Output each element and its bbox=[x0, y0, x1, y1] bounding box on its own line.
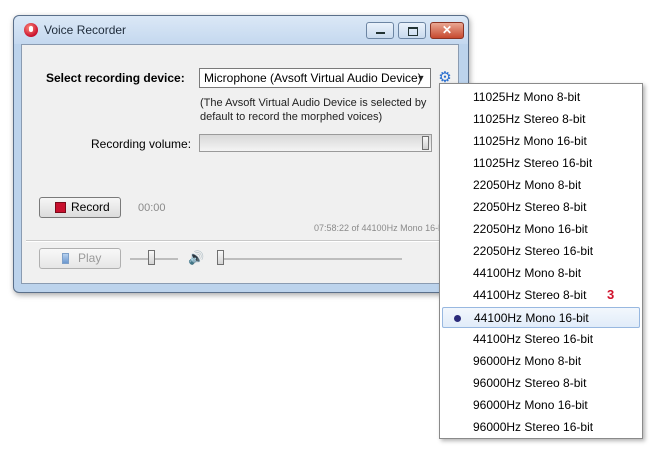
record-icon bbox=[55, 202, 66, 213]
format-menu-item[interactable]: 96000Hz Stereo 8-bit bbox=[442, 373, 640, 394]
chevron-down-icon[interactable]: ▼ bbox=[414, 70, 428, 86]
window-title: Voice Recorder bbox=[44, 23, 127, 37]
recording-volume-slider[interactable] bbox=[199, 134, 432, 152]
play-button-label: Play bbox=[78, 251, 102, 265]
format-menu-item-label: 22050Hz Stereo 16-bit bbox=[473, 244, 594, 258]
format-menu-item[interactable]: 22050Hz Stereo 16-bit bbox=[442, 241, 640, 262]
format-menu-item-label: 22050Hz Stereo 8-bit bbox=[473, 200, 587, 214]
format-menu-item-label: 96000Hz Stereo 8-bit bbox=[473, 376, 587, 390]
format-menu-item-label: 22050Hz Mono 8-bit bbox=[473, 178, 582, 192]
recording-time: 00:00 bbox=[138, 202, 166, 214]
record-button[interactable]: Record bbox=[39, 197, 121, 218]
recording-device-value: Microphone (Avsoft Virtual Audio Device) bbox=[204, 71, 422, 85]
recording-volume-thumb[interactable] bbox=[422, 136, 429, 150]
format-menu-item[interactable]: 11025Hz Mono 8-bit bbox=[442, 87, 640, 108]
format-menu-item[interactable]: 44100Hz Stereo 16-bit bbox=[442, 329, 640, 350]
format-menu-item-label: 11025Hz Stereo 16-bit bbox=[473, 156, 593, 170]
close-icon: ✕ bbox=[441, 23, 453, 37]
recording-volume-label: Recording volume: bbox=[91, 137, 192, 151]
speaker-icon: 🔊 bbox=[188, 250, 205, 265]
record-button-label: Record bbox=[71, 200, 110, 214]
main-panel: Select recording device: Microphone (Avs… bbox=[21, 44, 459, 284]
format-menu-item[interactable]: 11025Hz Stereo 16-bit bbox=[442, 153, 640, 174]
microphone-app-icon bbox=[24, 23, 38, 37]
minimize-button[interactable] bbox=[366, 22, 394, 39]
play-icon bbox=[62, 253, 69, 264]
format-menu-item[interactable]: 44100Hz Mono 8-bit bbox=[442, 263, 640, 284]
callout-number: 3 bbox=[607, 287, 615, 302]
format-menu-item-label: 44100Hz Stereo 16-bit bbox=[473, 332, 594, 346]
format-menu-item-label: 11025Hz Mono 8-bit bbox=[473, 90, 581, 104]
format-menu-item[interactable]: 44100Hz Mono 16-bit bbox=[442, 307, 640, 328]
format-menu-item-label: 44100Hz Mono 16-bit bbox=[474, 311, 589, 325]
play-button[interactable]: Play bbox=[39, 248, 121, 269]
recording-device-label: Select recording device: bbox=[46, 71, 185, 85]
format-menu-item-label: 96000Hz Stereo 16-bit bbox=[473, 420, 594, 434]
format-menu-item-label: 44100Hz Stereo 8-bit bbox=[473, 288, 587, 302]
playback-seek-track[interactable] bbox=[218, 258, 402, 260]
title-bar[interactable]: Voice Recorder ✕ bbox=[14, 16, 468, 44]
format-menu-item[interactable]: 96000Hz Stereo 16-bit bbox=[442, 417, 640, 438]
playback-volume-thumb[interactable] bbox=[148, 250, 156, 265]
format-menu-item-label: 11025Hz Mono 16-bit bbox=[473, 134, 587, 148]
playback-seek-thumb[interactable] bbox=[217, 250, 224, 265]
format-menu-item[interactable]: 22050Hz Mono 8-bit bbox=[442, 175, 640, 196]
format-menu-item-label: 11025Hz Stereo 8-bit bbox=[473, 112, 586, 126]
divider bbox=[26, 240, 454, 242]
format-menu-item[interactable]: 22050Hz Mono 16-bit bbox=[442, 219, 640, 240]
selected-bullet-icon bbox=[454, 315, 461, 322]
format-menu-item[interactable]: 11025Hz Stereo 8-bit bbox=[442, 109, 640, 130]
format-menu-item[interactable]: 96000Hz Mono 16-bit bbox=[442, 395, 640, 416]
format-menu-item[interactable]: 22050Hz Stereo 8-bit bbox=[442, 197, 640, 218]
close-button[interactable]: ✕ bbox=[430, 22, 464, 39]
voice-recorder-window: Voice Recorder ✕ Select recording device… bbox=[13, 15, 469, 293]
format-menu-item-label: 96000Hz Mono 16-bit bbox=[473, 398, 588, 412]
format-menu-item[interactable]: 11025Hz Mono 16-bit bbox=[442, 131, 640, 152]
device-note: (The Avsoft Virtual Audio Device is sele… bbox=[200, 97, 427, 123]
recording-status: 07:58:22 of 44100Hz Mono 16-bit bbox=[314, 223, 440, 233]
format-menu-item[interactable]: 96000Hz Mono 8-bit bbox=[442, 351, 640, 372]
format-menu-item-label: 22050Hz Mono 16-bit bbox=[473, 222, 588, 236]
maximize-button[interactable] bbox=[398, 22, 426, 39]
format-menu-item-label: 44100Hz Mono 8-bit bbox=[473, 266, 582, 280]
audio-format-menu: 11025Hz Mono 8-bit 11025Hz Stereo 8-bit 11… bbox=[439, 83, 643, 439]
minimize-icon bbox=[376, 32, 385, 34]
format-menu-item-label: 96000Hz Mono 8-bit bbox=[473, 354, 582, 368]
recording-device-select[interactable]: Microphone (Avsoft Virtual Audio Device)… bbox=[199, 68, 431, 88]
maximize-icon bbox=[408, 27, 418, 36]
